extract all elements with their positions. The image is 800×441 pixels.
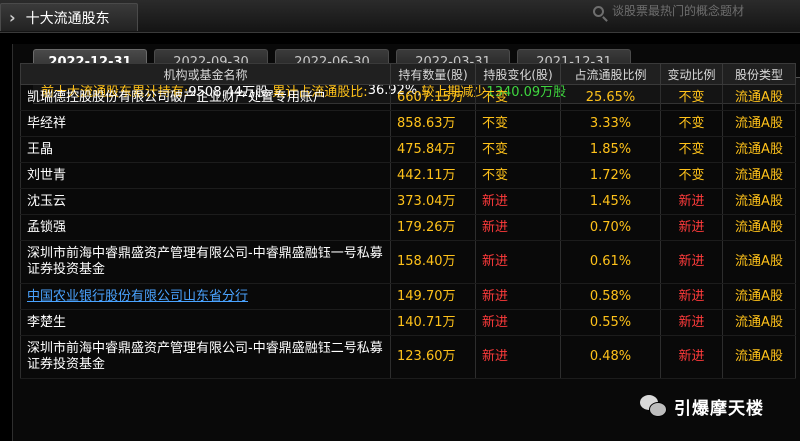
float-ratio: 1.45% (560, 188, 661, 215)
share-type: 流通A股 (722, 335, 796, 379)
holding-qty: 179.26万 (390, 214, 476, 241)
col-type-header[interactable]: 股份类型 (722, 63, 796, 85)
holder-link[interactable]: 中国农业银行股份有限公司山东省分行 (27, 289, 248, 304)
holding-change: 新进 (475, 335, 561, 379)
change-ratio: 不变 (660, 84, 723, 111)
float-ratio: 0.48% (560, 335, 661, 379)
table-row[interactable]: 深圳市前海中睿鼎盛资产管理有限公司-中睿鼎盛融钰二号私募证券投资基金 123.60… (20, 335, 796, 379)
holder-name: 李楚生 (20, 309, 391, 336)
table-header: 机构或基金名称 持有数量(股) 持股变化(股) 占流通股比例 变动比例 股份类型 (20, 63, 796, 85)
col-change-ratio-header[interactable]: 变动比例 (660, 63, 723, 85)
float-ratio: 1.85% (560, 136, 661, 163)
float-ratio: 0.58% (560, 283, 661, 310)
holding-change: 不变 (475, 84, 561, 111)
section-title: 十大流通股东 (25, 10, 110, 27)
table-row[interactable]: 毕经祥 858.63万 不变 3.33% 不变 流通A股 (20, 110, 796, 137)
holding-qty: 373.04万 (390, 188, 476, 215)
float-ratio: 1.72% (560, 162, 661, 189)
col-ratio-header[interactable]: 占流通股比例 (560, 63, 661, 85)
holder-name: 深圳市前海中睿鼎盛资产管理有限公司-中睿鼎盛融钰一号私募证券投资基金 (20, 240, 391, 284)
table-row[interactable]: 深圳市前海中睿鼎盛资产管理有限公司-中睿鼎盛融钰一号私募证券投资基金 158.40… (20, 240, 796, 284)
share-type: 流通A股 (722, 214, 796, 241)
share-type: 流通A股 (722, 136, 796, 163)
holding-change: 新进 (475, 309, 561, 336)
watermark: 引爆摩天楼 (640, 391, 764, 421)
table-row[interactable]: 中国农业银行股份有限公司山东省分行 149.70万 新进 0.58% 新进 流通A股 (20, 283, 796, 310)
holding-change: 新进 (475, 283, 561, 310)
change-ratio: 不变 (660, 162, 723, 189)
share-type: 流通A股 (722, 283, 796, 310)
holder-name: 刘世青 (20, 162, 391, 189)
table-row[interactable]: 孟锁强 179.26万 新进 0.70% 新进 流通A股 (20, 214, 796, 241)
change-ratio: 新进 (660, 188, 723, 215)
chevron-right-icon: › (9, 8, 16, 27)
holding-change: 不变 (475, 162, 561, 189)
holding-qty: 158.40万 (390, 240, 476, 284)
holder-name: 凯瑞德控股股份有限公司破产企业财产处置专用账户 (20, 84, 391, 111)
wechat-icon (640, 395, 667, 417)
holding-qty: 149.70万 (390, 283, 476, 310)
float-ratio: 0.55% (560, 309, 661, 336)
table-row[interactable]: 王晶 475.84万 不变 1.85% 不变 流通A股 (20, 136, 796, 163)
table-row[interactable]: 沈玉云 373.04万 新进 1.45% 新进 流通A股 (20, 188, 796, 215)
change-ratio: 不变 (660, 110, 723, 137)
change-ratio: 新进 (660, 283, 723, 310)
holding-change: 不变 (475, 110, 561, 137)
change-ratio: 新进 (660, 240, 723, 284)
holding-qty: 140.71万 (390, 309, 476, 336)
holding-qty: 858.63万 (390, 110, 476, 137)
search-box[interactable] (585, 0, 800, 22)
share-type: 流通A股 (722, 162, 796, 189)
table-row[interactable]: 李楚生 140.71万 新进 0.55% 新进 流通A股 (20, 309, 796, 336)
holding-qty: 6607.15万 (390, 84, 476, 111)
holding-qty: 123.60万 (390, 335, 476, 379)
holder-name: 深圳市前海中睿鼎盛资产管理有限公司-中睿鼎盛融钰二号私募证券投资基金 (20, 335, 391, 379)
holder-name: 沈玉云 (20, 188, 391, 215)
holder-name[interactable]: 中国农业银行股份有限公司山东省分行 (20, 283, 391, 310)
holding-qty: 475.84万 (390, 136, 476, 163)
table-row[interactable]: 凯瑞德控股股份有限公司破产企业财产处置专用账户 6607.15万 不变 25.65% 不… (20, 84, 796, 111)
share-type: 流通A股 (722, 188, 796, 215)
holding-change: 新进 (475, 188, 561, 215)
top-bar: › 十大流通股东 (0, 0, 800, 33)
section-header[interactable]: › 十大流通股东 (0, 3, 138, 31)
holder-name: 王晶 (20, 136, 391, 163)
shareholders-table: 机构或基金名称 持有数量(股) 持股变化(股) 占流通股比例 变动比例 股份类型 凯瑞德控… (20, 63, 796, 379)
col-qty-header[interactable]: 持有数量(股) (390, 63, 476, 85)
col-name-header[interactable]: 机构或基金名称 (20, 63, 391, 85)
float-ratio: 3.33% (560, 110, 661, 137)
share-type: 流通A股 (722, 240, 796, 284)
watermark-text: 引爆摩天楼 (674, 398, 764, 419)
col-change-header[interactable]: 持股变化(股) (475, 63, 561, 85)
holder-name: 毕经祥 (20, 110, 391, 137)
search-icon[interactable] (593, 5, 604, 17)
table-row[interactable]: 刘世青 442.11万 不变 1.72% 不变 流通A股 (20, 162, 796, 189)
float-ratio: 0.70% (560, 214, 661, 241)
change-ratio: 不变 (660, 136, 723, 163)
holder-name: 孟锁强 (20, 214, 391, 241)
float-ratio: 25.65% (560, 84, 661, 111)
holding-change: 不变 (475, 136, 561, 163)
share-type: 流通A股 (722, 309, 796, 336)
holding-change: 新进 (475, 214, 561, 241)
share-type: 流通A股 (722, 84, 796, 111)
change-ratio: 新进 (660, 335, 723, 379)
share-type: 流通A股 (722, 110, 796, 137)
holding-change: 新进 (475, 240, 561, 284)
holding-qty: 442.11万 (390, 162, 476, 189)
change-ratio: 新进 (660, 214, 723, 241)
search-input[interactable] (612, 4, 792, 18)
float-ratio: 0.61% (560, 240, 661, 284)
change-ratio: 新进 (660, 309, 723, 336)
